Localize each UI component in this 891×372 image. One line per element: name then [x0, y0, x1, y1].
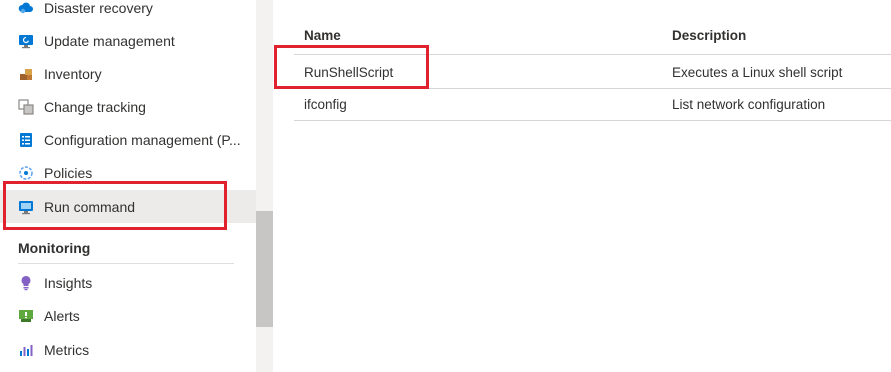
monitor-update-icon — [18, 33, 34, 49]
sidebar-item-inventory[interactable]: Inventory — [0, 57, 256, 90]
header-divider — [294, 54, 891, 55]
sidebar-item-update-management[interactable]: Update management — [0, 24, 256, 57]
column-header-name[interactable]: Name — [304, 28, 341, 43]
boxes-icon — [18, 66, 34, 82]
sidebar-item-label: Insights — [44, 274, 93, 291]
table-row-name-ifconfig[interactable]: ifconfig — [304, 97, 347, 112]
alert-icon — [18, 308, 34, 324]
section-divider — [18, 263, 234, 264]
sidebar-item-label: Change tracking — [44, 98, 146, 115]
sidebar-item-alerts[interactable]: Alerts — [0, 299, 256, 332]
sidebar-item-insights[interactable]: Insights — [0, 266, 256, 299]
sidebar-item-metrics[interactable]: Metrics — [0, 333, 256, 366]
sidebar-item-label: Alerts — [44, 307, 80, 324]
sidebar-item-label: Inventory — [44, 65, 102, 82]
sidebar-item-label: Policies — [44, 164, 93, 181]
sidebar-item-policies[interactable]: Policies — [0, 156, 256, 189]
table-row-description: Executes a Linux shell script — [672, 65, 843, 80]
metrics-icon — [18, 342, 34, 358]
cloud-icon — [18, 0, 34, 16]
lightbulb-icon — [18, 275, 34, 291]
sidebar-item-label: Metrics — [44, 341, 90, 358]
sidebar-scrollbar-thumb[interactable] — [256, 211, 273, 327]
sidebar-item-run-command[interactable]: Run command — [0, 190, 256, 223]
run-command-icon — [18, 199, 34, 215]
row-divider — [294, 120, 891, 121]
row-divider — [294, 88, 891, 89]
table-row-description: List network configuration — [672, 97, 826, 112]
config-list-icon — [18, 132, 34, 148]
change-tracking-icon — [18, 98, 34, 115]
sidebar-item-disaster-recovery[interactable]: Disaster recovery — [0, 0, 256, 24]
sidebar-nav: Disaster recovery Update management Inve… — [0, 0, 256, 372]
policy-icon — [18, 165, 34, 181]
sidebar-item-label: Disaster recovery — [44, 0, 153, 16]
sidebar-item-label: Run command — [44, 198, 136, 215]
sidebar-item-change-tracking[interactable]: Change tracking — [0, 90, 256, 123]
sidebar-item-label: Configuration management (P... — [44, 131, 241, 148]
sidebar-item-label: Update management — [44, 32, 175, 49]
table-row-name-runshellscript[interactable]: RunShellScript — [304, 65, 393, 80]
column-header-description[interactable]: Description — [672, 28, 746, 43]
monitoring-section-header: Monitoring — [18, 240, 91, 256]
sidebar-item-configuration-management[interactable]: Configuration management (P... — [0, 123, 256, 156]
